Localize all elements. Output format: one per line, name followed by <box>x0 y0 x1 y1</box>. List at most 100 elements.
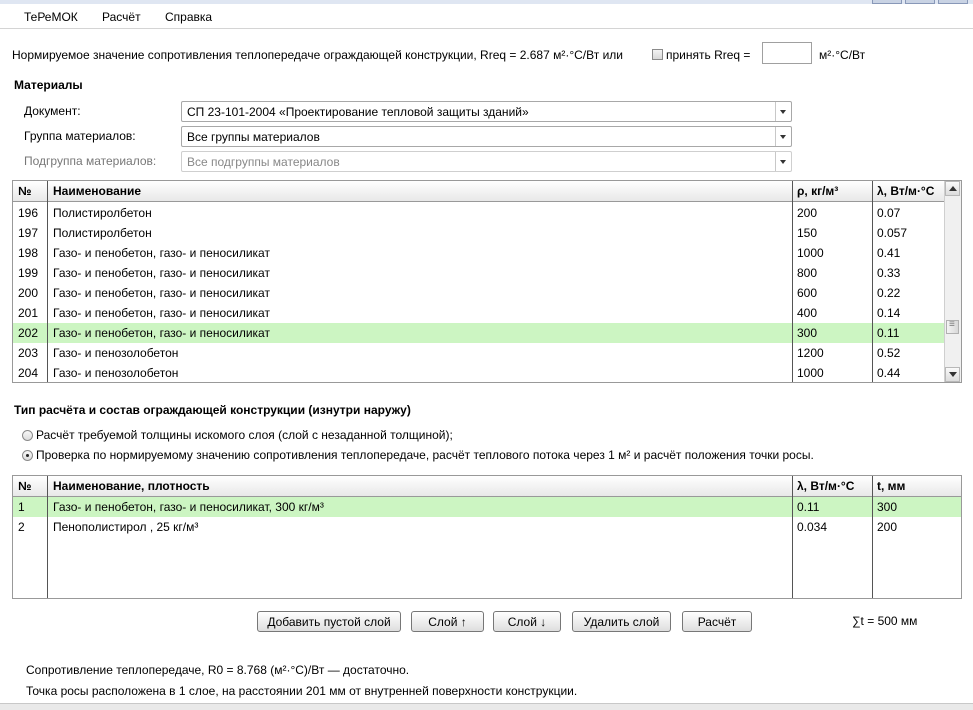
table-row[interactable]: 203 Газо- и пенозолобетон 1200 0.52 <box>13 343 945 363</box>
accept-rreq-label: принять Rreq = <box>666 48 751 62</box>
col-number[interactable]: № <box>18 479 31 493</box>
cell-rho: 1200 <box>797 346 824 360</box>
chevron-down-icon[interactable] <box>775 102 791 121</box>
cell-name: Газо- и пенобетон, газо- и пеносиликат <box>53 246 270 260</box>
cell-lambda: 0.11 <box>797 500 820 514</box>
cell-lambda: 0.11 <box>877 326 900 340</box>
cell-lambda: 0.14 <box>877 306 901 320</box>
layers-table-header: № Наименование, плотность λ, Вт/м·°С t, … <box>13 476 961 497</box>
cell-name: Полистиролбетон <box>53 206 152 220</box>
col-name-density[interactable]: Наименование, плотность <box>53 479 210 493</box>
cell-rho: 400 <box>797 306 818 320</box>
cell-lambda: 0.44 <box>877 366 901 380</box>
cell-n: 196 <box>18 206 39 220</box>
cell-name: Газо- и пенобетон, газо- и пеносиликат <box>53 326 270 340</box>
maximize-button[interactable] <box>905 0 935 4</box>
table-row[interactable]: 204 Газо- и пенозолобетон 1000 0.44 <box>13 363 945 382</box>
col-lambda[interactable]: λ, Вт/м·°С <box>797 479 854 493</box>
result-dew-point: Точка росы расположена в 1 слое, на расс… <box>26 684 578 698</box>
document-value: СП 23-101-2004 «Проектирование тепловой … <box>187 105 529 119</box>
layer-up-button[interactable]: Слой ↑ <box>411 611 484 632</box>
cell-n: 203 <box>18 346 39 360</box>
rreq-unit: м²·°С/Вт <box>819 48 866 62</box>
calc-title: Тип расчёта и состав ограждающей констру… <box>14 403 411 417</box>
col-lambda[interactable]: λ, Вт/м·°С <box>877 184 934 198</box>
subgroup-label: Подгруппа материалов: <box>24 154 157 168</box>
document-label: Документ: <box>24 104 81 118</box>
cell-lambda: 0.07 <box>877 206 901 220</box>
chevron-down-icon[interactable] <box>775 127 791 146</box>
layers-table[interactable]: № Наименование, плотность λ, Вт/м·°С t, … <box>12 475 962 599</box>
cell-lambda: 0.52 <box>877 346 901 360</box>
radio-thickness-calc[interactable] <box>22 430 33 441</box>
cell-n: 1 <box>18 500 25 514</box>
table-row[interactable]: 199 Газо- и пенобетон, газо- и пеносилика… <box>13 263 945 283</box>
table-row[interactable]: 202 Газо- и пенобетон, газо- и пеносилика… <box>13 323 945 343</box>
materials-table-header: № Наименование ρ, кг/м³ λ, Вт/м·°С <box>13 181 945 202</box>
chevron-down-icon[interactable] <box>775 152 791 171</box>
thickness-sum: ∑t = 500 мм <box>852 614 918 628</box>
title-bar <box>0 0 973 4</box>
scroll-down-icon[interactable] <box>945 367 960 382</box>
cell-rho: 200 <box>797 206 818 220</box>
table-row[interactable]: 196 Полистиролбетон 200 0.07 <box>13 203 945 223</box>
cell-name: Газо- и пенозолобетон <box>53 346 179 360</box>
rreq-input[interactable] <box>762 42 812 64</box>
close-button[interactable] <box>938 0 968 4</box>
cell-lambda: 0.057 <box>877 226 908 240</box>
materials-scrollbar[interactable] <box>944 181 961 382</box>
add-empty-layer-button[interactable]: Добавить пустой слой <box>257 611 401 632</box>
table-row[interactable]: 200 Газо- и пенобетон, газо- и пеносилика… <box>13 283 945 303</box>
cell-lambda: 0.034 <box>797 520 828 534</box>
col-thickness[interactable]: t, мм <box>877 479 905 493</box>
menu-calc[interactable]: Расчёт <box>102 10 141 24</box>
cell-rho: 150 <box>797 226 818 240</box>
radio-check-calc[interactable] <box>22 450 33 461</box>
delete-layer-button[interactable]: Удалить слой <box>572 611 671 632</box>
table-row[interactable]: 197 Полистиролбетон 150 0.057 <box>13 223 945 243</box>
cell-name: Газо- и пенобетон, газо- и пеносиликат <box>53 286 270 300</box>
cell-t: 300 <box>877 500 898 514</box>
cell-rho: 300 <box>797 326 818 340</box>
menu-help[interactable]: Справка <box>165 10 212 24</box>
column-divider <box>872 181 873 382</box>
column-divider <box>47 476 48 598</box>
result-resistance: Сопротивление теплопередаче, R0 = 8.768 … <box>26 663 410 677</box>
table-row[interactable]: 2 Пенополистирол , 25 кг/м³ 0.034 200 <box>13 517 961 537</box>
group-label: Группа материалов: <box>24 129 136 143</box>
rreq-text: Нормируемое значение сопротивления тепло… <box>12 48 623 62</box>
menu-bar: ТеРеМОК Расчёт Справка <box>0 6 973 29</box>
cell-n: 198 <box>18 246 39 260</box>
radio-thickness-label: Расчёт требуемой толщины искомого слоя (… <box>36 428 453 442</box>
calculate-button[interactable]: Расчёт <box>682 611 752 632</box>
accept-rreq-checkbox[interactable] <box>652 49 663 60</box>
subgroup-select[interactable]: Все подгруппы материалов <box>181 151 792 172</box>
scroll-up-icon[interactable] <box>945 181 960 196</box>
cell-rho: 1000 <box>797 246 824 260</box>
minimize-button[interactable] <box>872 0 902 4</box>
cell-n: 197 <box>18 226 39 240</box>
cell-name: Пенополистирол , 25 кг/м³ <box>53 520 199 534</box>
materials-table[interactable]: № Наименование ρ, кг/м³ λ, Вт/м·°С 196 По… <box>12 180 962 383</box>
table-row[interactable]: 1 Газо- и пенобетон, газо- и пеносиликат,… <box>13 497 961 517</box>
scroll-thumb[interactable] <box>946 319 959 334</box>
column-divider <box>792 181 793 382</box>
group-select[interactable]: Все группы материалов <box>181 126 792 147</box>
col-number[interactable]: № <box>18 184 31 198</box>
cell-name: Полистиролбетон <box>53 226 152 240</box>
cell-n: 202 <box>18 326 39 340</box>
cell-rho: 800 <box>797 266 818 280</box>
layer-down-button[interactable]: Слой ↓ <box>493 611 561 632</box>
materials-title: Материалы <box>14 78 83 92</box>
table-row[interactable]: 198 Газо- и пенобетон, газо- и пеносилика… <box>13 243 945 263</box>
col-name[interactable]: Наименование <box>53 184 141 198</box>
table-row[interactable]: 201 Газо- и пенобетон, газо- и пеносилика… <box>13 303 945 323</box>
cell-n: 201 <box>18 306 39 320</box>
menu-teremok[interactable]: ТеРеМОК <box>24 10 78 24</box>
cell-lambda: 0.33 <box>877 266 901 280</box>
col-density[interactable]: ρ, кг/м³ <box>797 184 838 198</box>
column-divider <box>872 476 873 598</box>
document-select[interactable]: СП 23-101-2004 «Проектирование тепловой … <box>181 101 792 122</box>
cell-name: Газо- и пенозолобетон <box>53 366 179 380</box>
cell-n: 199 <box>18 266 39 280</box>
